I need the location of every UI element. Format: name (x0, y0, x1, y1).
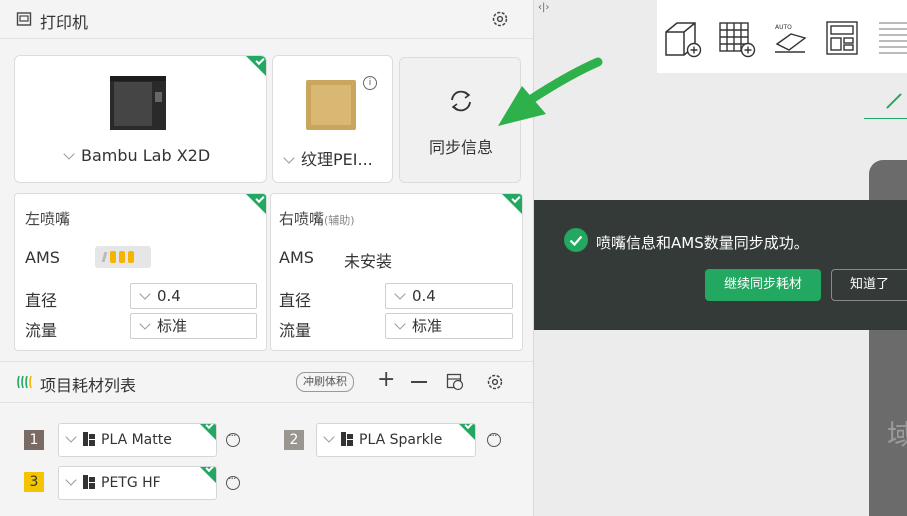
add-filament-icon[interactable]: + (377, 367, 395, 392)
toast-message: 喷嘴信息和AMS数量同步成功。 (596, 234, 809, 252)
chevron-down-icon (139, 288, 151, 300)
printer-card[interactable]: Bambu Lab X2D (14, 55, 267, 183)
viewport-toolbar: AUTO (657, 0, 907, 73)
filament-section-header: 项目耗材列表 冲刷体积 + (0, 361, 533, 403)
sync-success-toast: 喷嘴信息和AMS数量同步成功。 继续同步耗材 知道了 (534, 200, 907, 330)
right-diameter-value: 0.4 (412, 287, 436, 305)
left-diameter-label: 直径 (25, 291, 58, 310)
printer-model-select[interactable]: Bambu Lab X2D (63, 146, 210, 165)
filament-sync-icon[interactable] (446, 373, 464, 395)
arrange-icon[interactable] (825, 20, 859, 56)
add-part-icon[interactable] (663, 20, 703, 58)
left-ams-label: AMS (25, 248, 60, 267)
selected-check-icon (200, 467, 216, 483)
filament-spool-icon (341, 432, 353, 446)
selected-check-icon (502, 194, 522, 214)
ams-slot-indicator[interactable] (95, 246, 151, 268)
chevron-down-icon (65, 474, 77, 486)
chevron-down-icon (283, 152, 295, 164)
more-options-icon[interactable] (487, 429, 501, 447)
plate-type-select[interactable]: 纹理PEI... (283, 146, 373, 170)
selected-check-icon (246, 194, 266, 214)
got-it-button[interactable]: 知道了 (831, 269, 907, 301)
sync-info-label: 同步信息 (428, 138, 493, 157)
filament-list-icon (16, 374, 34, 394)
more-options-icon[interactable] (226, 472, 240, 490)
chevron-down-icon (323, 431, 335, 443)
filament-name: PLA Sparkle (359, 432, 443, 448)
right-flow-value: 标准 (412, 317, 443, 335)
filament-name: PETG HF (101, 475, 161, 491)
right-diameter-select[interactable]: 0.4 (385, 283, 513, 309)
remove-filament-icon[interactable] (411, 381, 427, 383)
selected-check-icon (459, 424, 475, 440)
left-nozzle-card: 左喷嘴 AMS 直径 0.4 流量 标准 (14, 193, 267, 351)
filament-number-badge[interactable]: 3 (24, 472, 44, 492)
printer-image (110, 76, 166, 130)
selected-check-icon (246, 56, 266, 76)
continue-sync-filament-button[interactable]: 继续同步耗材 (705, 269, 821, 301)
chevron-down-icon (139, 318, 151, 330)
chevron-down-icon (65, 431, 77, 443)
filament-select[interactable]: PLA Sparkle (316, 423, 476, 457)
svg-text:AUTO: AUTO (775, 24, 792, 31)
info-icon[interactable]: i (363, 76, 377, 90)
more-options-icon[interactable] (226, 429, 240, 447)
left-flow-select[interactable]: 标准 (130, 313, 257, 339)
collapse-panel-icon[interactable]: ‹|› (538, 2, 549, 13)
left-diameter-value: 0.4 (157, 287, 181, 305)
filament-select[interactable]: PETG HF (58, 466, 217, 500)
printer-model-name: Bambu Lab X2D (81, 146, 211, 165)
chevron-down-icon (394, 318, 406, 330)
right-flow-label: 流量 (279, 321, 312, 340)
auto-orient-icon[interactable]: AUTO (771, 20, 811, 58)
right-ams-label: AMS (279, 248, 314, 267)
edit-pencil-icon[interactable] (886, 93, 902, 109)
filament-number: 3 (29, 474, 39, 490)
success-check-icon (564, 228, 588, 252)
printer-settings-gear-icon[interactable] (491, 10, 509, 32)
printer-section-title: 打印机 (40, 13, 89, 32)
filament-settings-gear-icon[interactable] (486, 373, 504, 395)
filament-number: 1 (29, 432, 39, 448)
right-nozzle-title: 右喷嘴(辅助) (279, 208, 355, 229)
right-nozzle-title-text: 右喷嘴 (279, 210, 325, 228)
filament-number: 2 (289, 432, 299, 448)
plate-card[interactable]: i 纹理PEI... (272, 55, 393, 183)
right-ams-value: 未安装 (344, 252, 393, 271)
selected-check-icon (200, 424, 216, 440)
left-panel: 打印机 Bambu Lab X2D i 纹理PEI... 同步信息 左喷嘴 AM… (0, 0, 534, 516)
add-plate-grid-icon[interactable] (717, 20, 757, 58)
pencil-underline (864, 118, 907, 119)
left-flow-value: 标准 (157, 317, 188, 335)
filament-section-title: 项目耗材列表 (40, 376, 137, 395)
more-tools-icon[interactable] (879, 22, 907, 54)
right-flow-select[interactable]: 标准 (385, 313, 513, 339)
annotation-arrow-icon (498, 57, 603, 126)
plate-area-label: 打印区域 (883, 420, 907, 452)
filament-select[interactable]: PLA Matte (58, 423, 217, 457)
chevron-down-icon (394, 288, 406, 300)
left-nozzle-title: 左喷嘴 (25, 210, 71, 228)
plate-image (306, 80, 356, 130)
filament-spool-icon (83, 432, 95, 446)
printer-section-header: 打印机 (0, 0, 533, 39)
printer-icon (16, 11, 32, 31)
flush-volume-button[interactable]: 冲刷体积 (296, 372, 354, 392)
left-flow-label: 流量 (25, 321, 58, 340)
filament-spool-icon (83, 475, 95, 489)
filament-number-badge[interactable]: 2 (284, 430, 304, 450)
right-nozzle-title-sub: (辅助) (324, 214, 355, 227)
plate-type-name: 纹理PEI... (301, 150, 373, 169)
filament-number-badge[interactable]: 1 (24, 430, 44, 450)
left-diameter-select[interactable]: 0.4 (130, 283, 257, 309)
chevron-down-icon (63, 148, 75, 160)
filament-name: PLA Matte (101, 432, 172, 448)
right-diameter-label: 直径 (279, 291, 312, 310)
right-nozzle-card: 右喷嘴(辅助) AMS 未安装 直径 0.4 流量 标准 (270, 193, 523, 351)
